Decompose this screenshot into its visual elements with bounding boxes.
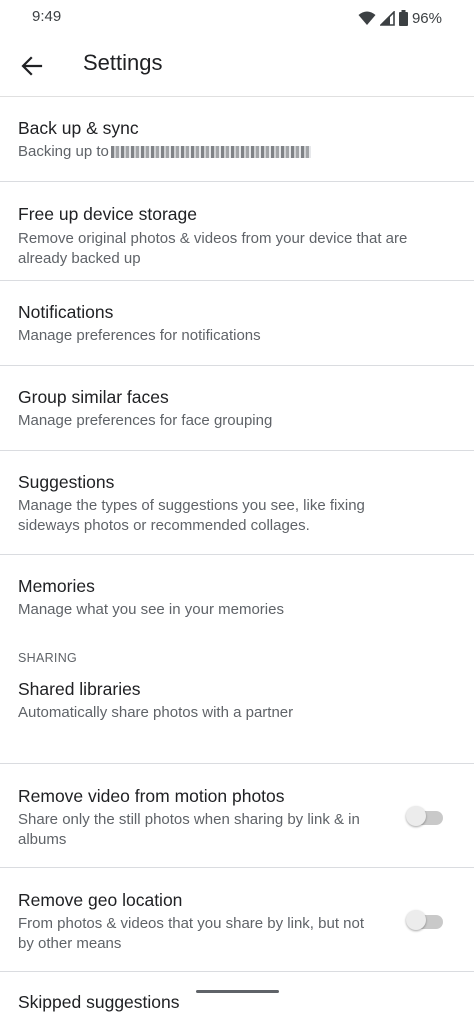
geo-location-toggle[interactable] <box>406 910 444 930</box>
settings-list: Back up & sync Backing up to Free up dev… <box>0 97 474 1012</box>
setting-subtitle: Manage what you see in your memories <box>18 601 284 618</box>
setting-title: Back up & sync <box>18 118 139 138</box>
setting-subtitle: Manage preferences for face grouping <box>18 412 273 429</box>
setting-subtitle: Manage preferences for notifications <box>18 327 261 344</box>
setting-free-up-storage[interactable]: Free up device storage Remove original p… <box>0 182 474 281</box>
setting-notifications[interactable]: Notifications Manage preferences for not… <box>0 281 474 366</box>
toggle-thumb <box>406 806 426 826</box>
setting-back-up-sync[interactable]: Back up & sync Backing up to <box>0 97 474 182</box>
toggle-thumb <box>406 910 426 930</box>
setting-subtitle: Manage the types of suggestions you see,… <box>18 497 365 534</box>
setting-memories[interactable]: Memories Manage what you see in your mem… <box>0 555 474 639</box>
back-button[interactable] <box>14 48 50 84</box>
setting-subtitle: Backing up to <box>18 142 311 162</box>
setting-remove-geo-location[interactable]: Remove geo location From photos & videos… <box>0 868 474 972</box>
setting-title: Skipped suggestions <box>18 992 180 1012</box>
setting-title: Remove video from motion photos <box>18 786 285 806</box>
setting-subtitle: Automatically share photos with a partne… <box>18 704 294 721</box>
wifi-icon <box>358 11 376 25</box>
setting-title: Memories <box>18 576 95 596</box>
status-bar: 9:49 96% <box>0 0 474 36</box>
setting-subtitle: From photos & videos that you share by l… <box>18 915 365 952</box>
page-title: Settings <box>83 50 163 75</box>
section-header-label: SHARING <box>18 651 78 665</box>
status-icons: 96% <box>358 8 442 28</box>
cell-signal-icon <box>379 10 395 26</box>
gesture-nav-handle[interactable] <box>196 990 279 993</box>
status-time: 9:49 <box>32 8 62 25</box>
battery-percent: 96% <box>411 9 442 27</box>
setting-shared-libraries[interactable]: Shared libraries Automatically share pho… <box>0 679 474 764</box>
backup-label: Backing up to <box>18 143 109 160</box>
setting-group-faces[interactable]: Group similar faces Manage preferences f… <box>0 366 474 451</box>
setting-subtitle: Share only the still photos when sharing… <box>18 811 360 848</box>
motion-photos-toggle[interactable] <box>406 806 444 826</box>
battery-icon <box>398 10 408 26</box>
redacted-account <box>110 146 311 159</box>
setting-title: Suggestions <box>18 472 115 492</box>
arrow-back-icon <box>21 56 43 76</box>
setting-title: Remove geo location <box>18 890 183 910</box>
setting-title: Notifications <box>18 302 114 322</box>
setting-subtitle: Remove original photos & videos from you… <box>18 230 408 267</box>
setting-title: Shared libraries <box>18 679 141 699</box>
setting-suggestions[interactable]: Suggestions Manage the types of suggesti… <box>0 451 474 555</box>
setting-title: Group similar faces <box>18 387 169 407</box>
app-bar: Settings <box>0 36 474 97</box>
section-header-sharing: SHARING <box>0 639 474 679</box>
setting-remove-motion-video[interactable]: Remove video from motion photos Share on… <box>0 764 474 868</box>
setting-title: Free up device storage <box>18 204 197 224</box>
